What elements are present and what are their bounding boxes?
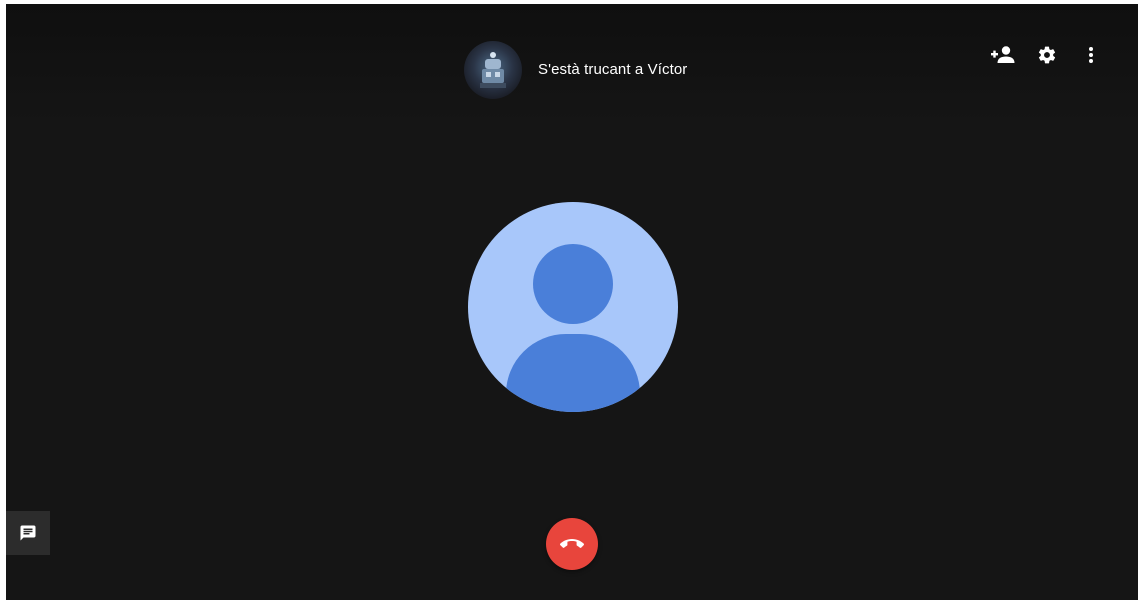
more-vert-icon bbox=[1089, 47, 1093, 63]
call-window: S'està trucant a Víctor bbox=[6, 4, 1138, 600]
settings-button[interactable] bbox=[1032, 40, 1062, 70]
chat-button[interactable] bbox=[6, 511, 50, 555]
caller-avatar bbox=[464, 41, 522, 99]
contact-avatar bbox=[468, 202, 678, 412]
hang-up-button[interactable] bbox=[546, 518, 598, 570]
profile-photo-icon bbox=[480, 52, 506, 88]
more-options-button[interactable] bbox=[1076, 40, 1106, 70]
settings-icon bbox=[1038, 46, 1056, 64]
call-end-icon bbox=[560, 539, 584, 548]
call-status-text: S'està trucant a Víctor bbox=[538, 61, 688, 78]
avatar-body bbox=[506, 334, 640, 412]
add-person-icon bbox=[991, 46, 1015, 63]
add-person-button[interactable] bbox=[988, 40, 1018, 70]
avatar-head bbox=[533, 244, 613, 324]
chat-icon bbox=[20, 525, 36, 541]
